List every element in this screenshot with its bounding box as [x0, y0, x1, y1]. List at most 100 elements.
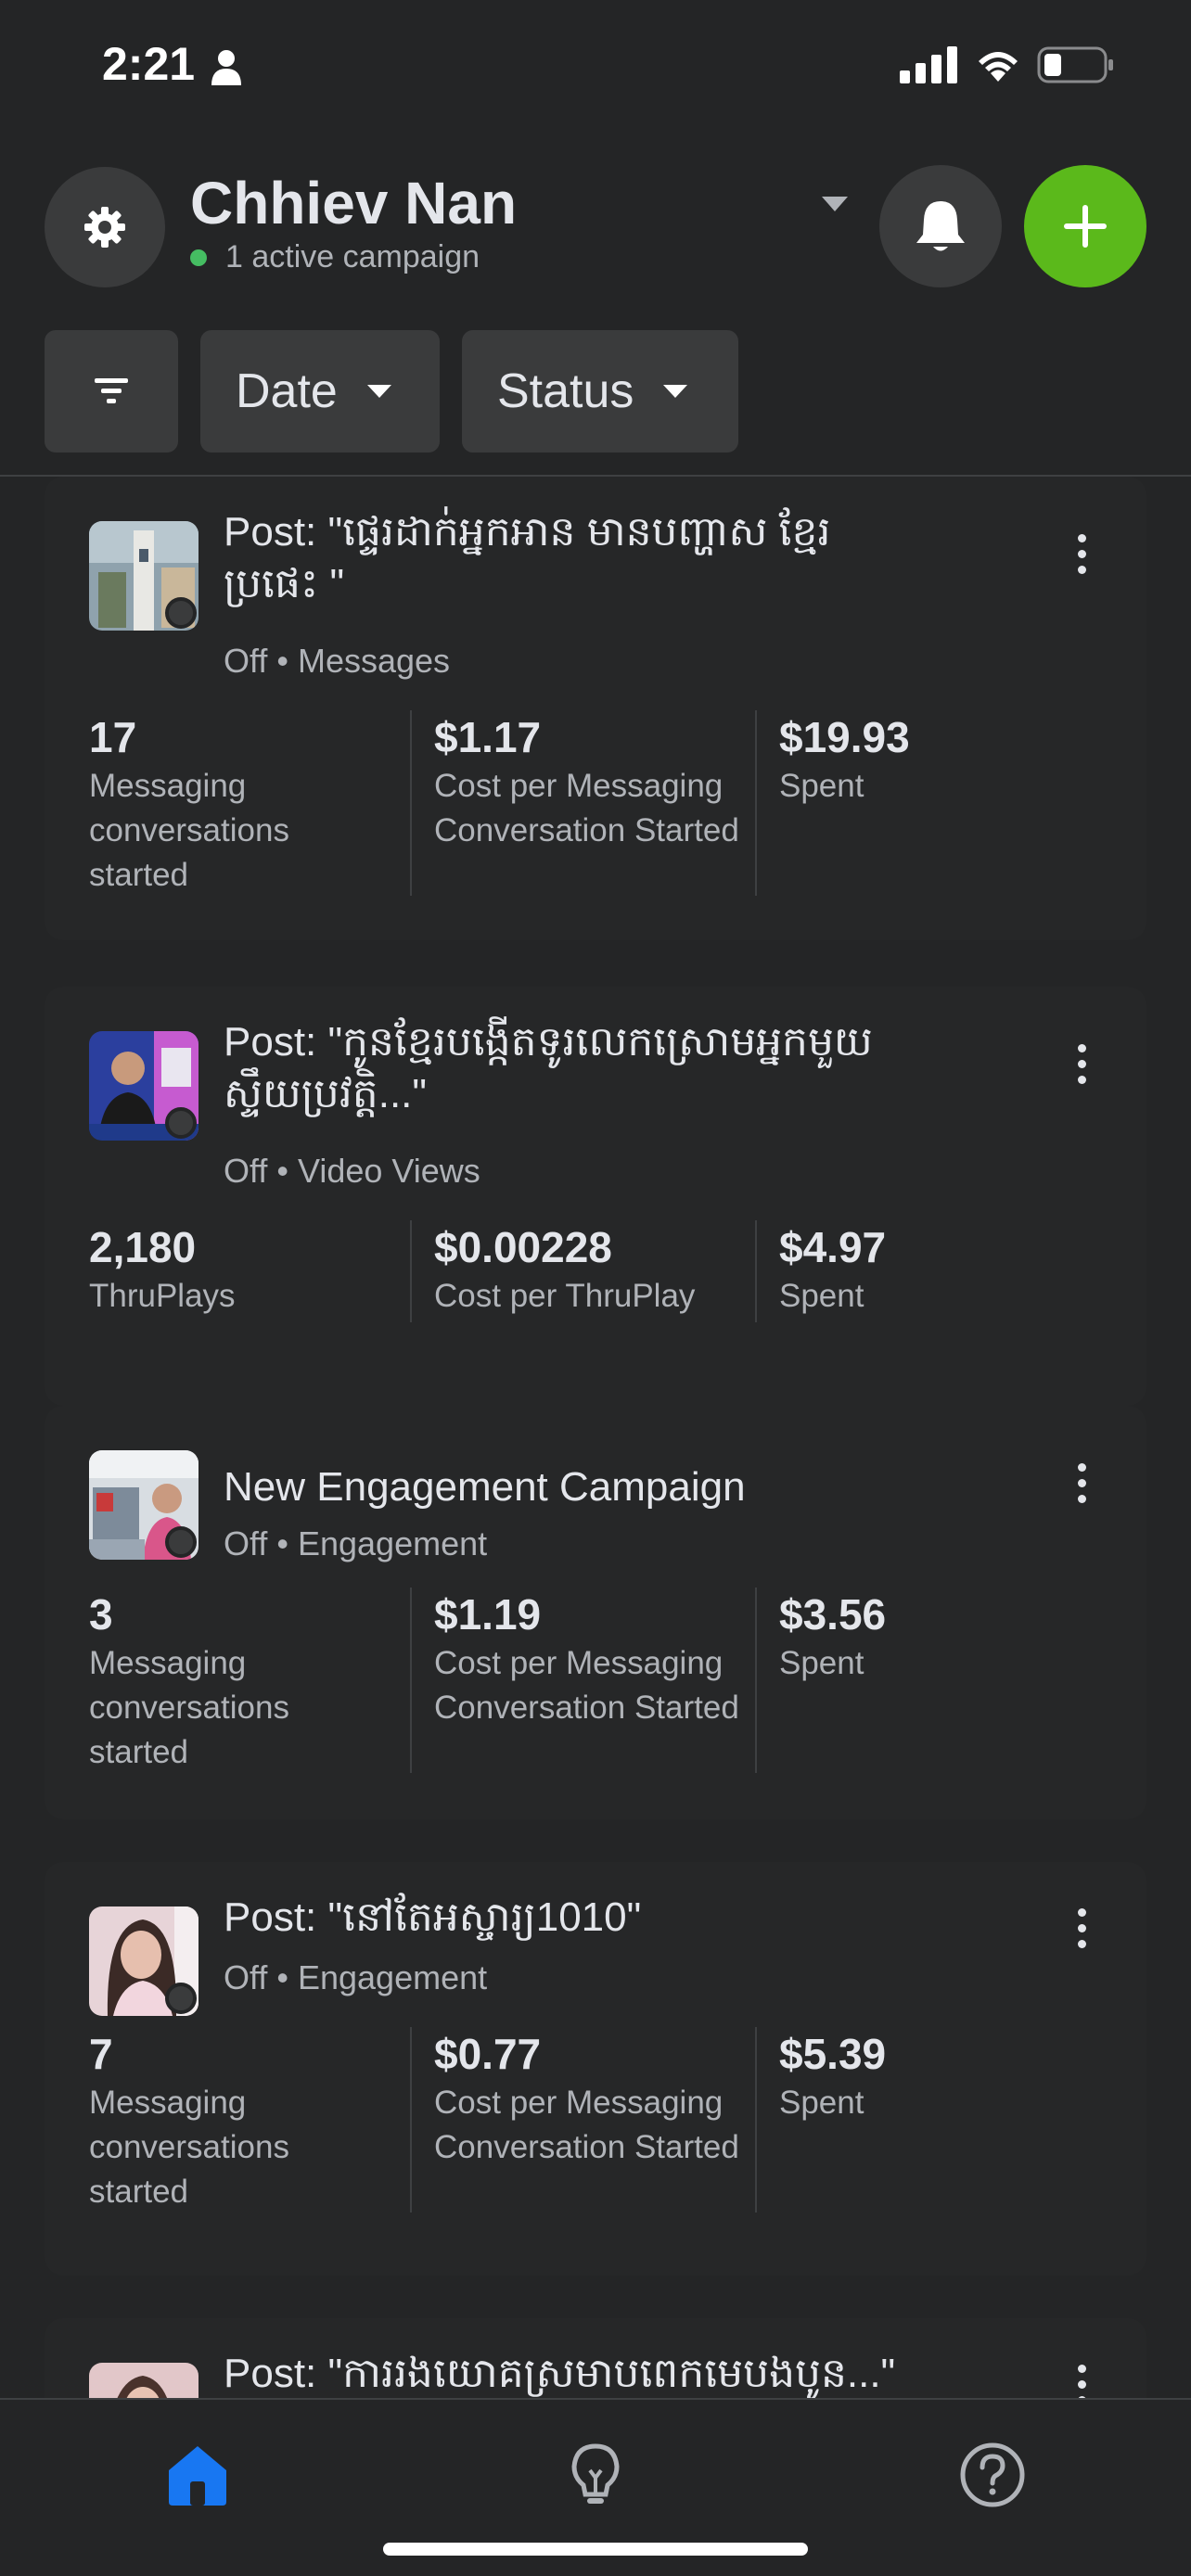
campaign-subtitle: Off • Engagement: [224, 1958, 487, 1997]
filter-bar: Date Status: [0, 330, 1191, 453]
more-options-icon[interactable]: [1072, 1908, 1091, 1956]
nav-help[interactable]: [951, 2433, 1034, 2517]
account-status: 1 active campaign: [190, 239, 480, 275]
metric-value: $1.19: [434, 1590, 542, 1639]
separator-dot: •: [276, 1152, 298, 1190]
date-filter-chip[interactable]: Date: [200, 330, 440, 453]
active-status-dot: [190, 249, 207, 266]
home-indicator[interactable]: [383, 2543, 808, 2556]
more-options-icon[interactable]: [1072, 1463, 1091, 1511]
campaign-status-dot: [165, 1983, 197, 2014]
metric-cost: $1.19 Cost per Messaging Conversation St…: [434, 1588, 749, 1730]
metric-cost: $0.77 Cost per Messaging Conversation St…: [434, 2027, 749, 2170]
metric-results: 17 Messaging conversations started: [89, 710, 404, 898]
campaign-card[interactable]: Post: "ការរងយោគស្រមាបពេកមេបងបូន...": [45, 2318, 1146, 2398]
campaign-title: Post: "ផ្ទេរដាក់អ្នកអាន មានបញ្ហាស ខ្មែរ …: [224, 506, 966, 610]
campaign-title-line: ប្រផេះ ": [224, 561, 345, 606]
account-name[interactable]: Chhiev Nan: [190, 169, 517, 237]
campaign-thumbnail: [89, 2363, 198, 2398]
campaign-subtitle: Off • Messages: [224, 642, 450, 681]
more-options-icon[interactable]: [1072, 534, 1091, 581]
campaign-state: Off: [224, 642, 268, 680]
metric-label: Cost per Messaging Conversation Started: [434, 2085, 739, 2165]
separator-dot: •: [276, 1524, 298, 1562]
metric-label: Cost per Messaging Conversation Started: [434, 768, 739, 848]
metric-label: Messaging conversations started: [89, 1645, 289, 1770]
metric-divider: [410, 1220, 412, 1322]
campaign-status-dot: [165, 597, 197, 629]
home-icon: [169, 2446, 226, 2506]
metric-results: 3 Messaging conversations started: [89, 1588, 404, 1775]
caret-down-icon: [663, 385, 688, 398]
metric-divider: [755, 710, 757, 896]
bell-icon: [916, 201, 965, 251]
bottom-nav: [0, 2398, 1191, 2576]
campaign-title-line: Post: "ការរងយោគស្រមាបពេកមេបងបូន...": [224, 2351, 896, 2396]
campaign-status-dot: [165, 1107, 197, 1139]
date-filter-label: Date: [236, 364, 338, 418]
campaign-card[interactable]: New Engagement Campaign Off • Engagement…: [45, 1406, 1146, 1819]
metric-divider: [755, 1220, 757, 1322]
metric-value: $0.77: [434, 2030, 542, 2078]
metric-label: Messaging conversations started: [89, 2085, 289, 2210]
metric-value: $4.97: [779, 1223, 887, 1271]
campaign-title: Post: "ការរងយោគស្រមាបពេកមេបងបូន...": [224, 2348, 966, 2398]
status-bar: 2:21: [0, 0, 1191, 139]
header: Chhiev Nan 1 active campaign: [0, 158, 1191, 297]
metric-label: Cost per Messaging Conversation Started: [434, 1645, 739, 1726]
metric-divider: [410, 2027, 412, 2213]
campaign-state: Off: [224, 1524, 268, 1562]
metric-results: 7 Messaging conversations started: [89, 2027, 404, 2214]
metric-label: Spent: [779, 1645, 864, 1681]
nav-insights[interactable]: [554, 2433, 637, 2517]
metric-label: ThruPlays: [89, 1278, 236, 1314]
metric-divider: [410, 1588, 412, 1773]
status-filter-chip[interactable]: Status: [462, 330, 738, 453]
metric-value: 3: [89, 1590, 113, 1639]
campaign-status-dot: [165, 1526, 197, 1558]
help-icon: [960, 2442, 1025, 2507]
campaign-objective: Engagement: [297, 1524, 488, 1562]
metric-value: $19.93: [779, 713, 910, 761]
notifications-button[interactable]: [879, 165, 1002, 287]
metric-value: 17: [89, 713, 137, 761]
campaign-title-line: ស្ទឹយប្រវត្តិ...": [224, 1071, 428, 1116]
filter-button[interactable]: [45, 330, 178, 453]
campaign-card[interactable]: Post: "ផ្ទេរដាក់អ្នកអាន មានបញ្ហាស ខ្មែរ …: [45, 477, 1146, 940]
campaign-objective: Messages: [297, 642, 451, 680]
metric-spent: $4.97 Spent: [779, 1220, 1095, 1319]
status-time: 2:21: [102, 38, 196, 90]
metric-value: $3.56: [779, 1590, 887, 1639]
create-campaign-button[interactable]: [1024, 165, 1146, 287]
campaign-card[interactable]: Post: "នៅតែអស្ចារ្យ1010" Off • Engagemen…: [45, 1862, 1146, 2276]
metric-spent: $19.93 Spent: [779, 710, 1095, 809]
campaign-title: Post: "កូនខ្មែរបង្កើតទូរលេកស្រោមអ្នកមួយ …: [224, 1016, 966, 1120]
metric-divider: [755, 2027, 757, 2213]
campaign-title-line: Post: "កូនខ្មែរបង្កើតទូរលេកស្រោមអ្នកមួយ: [224, 1019, 873, 1065]
wifi-icon: [979, 52, 1018, 82]
metric-value: 7: [89, 2030, 113, 2078]
metric-label: Spent: [779, 1278, 864, 1314]
campaign-card[interactable]: Post: "កូនខ្មែរបង្កើតទូរលេកស្រោមអ្នកមួយ …: [45, 987, 1146, 1406]
settings-button[interactable]: [45, 167, 165, 287]
more-options-icon[interactable]: [1072, 1044, 1091, 1091]
active-campaign-count: 1 active campaign: [225, 239, 480, 274]
metric-spent: $3.56 Spent: [779, 1588, 1095, 1686]
campaign-objective: Video Views: [297, 1152, 480, 1190]
metric-divider: [755, 1588, 757, 1773]
metric-value: $1.17: [434, 713, 542, 761]
more-options-icon[interactable]: [1072, 2365, 1091, 2398]
gear-icon: [84, 207, 125, 248]
campaign-title-line: Post: "នៅតែអស្ចារ្យ1010": [224, 1894, 642, 1940]
battery-icon: [1037, 46, 1113, 83]
campaign-list: Post: "ផ្ទេរដាក់អ្នកអាន មានបញ្ហាស ខ្មែរ …: [0, 477, 1191, 2398]
metric-label: Messaging conversations started: [89, 768, 289, 893]
lightbulb-icon: [571, 2443, 620, 2504]
nav-home[interactable]: [156, 2433, 239, 2517]
metric-label: Spent: [779, 2085, 864, 2121]
metric-results: 2,180 ThruPlays: [89, 1220, 404, 1319]
chevron-down-icon[interactable]: [818, 193, 852, 215]
campaign-title-line: Post: "ផ្ទេរដាក់អ្នកអាន មានបញ្ហាស ខ្មែរ: [224, 509, 831, 555]
caret-down-icon: [366, 385, 391, 398]
plus-icon: [1064, 205, 1107, 248]
